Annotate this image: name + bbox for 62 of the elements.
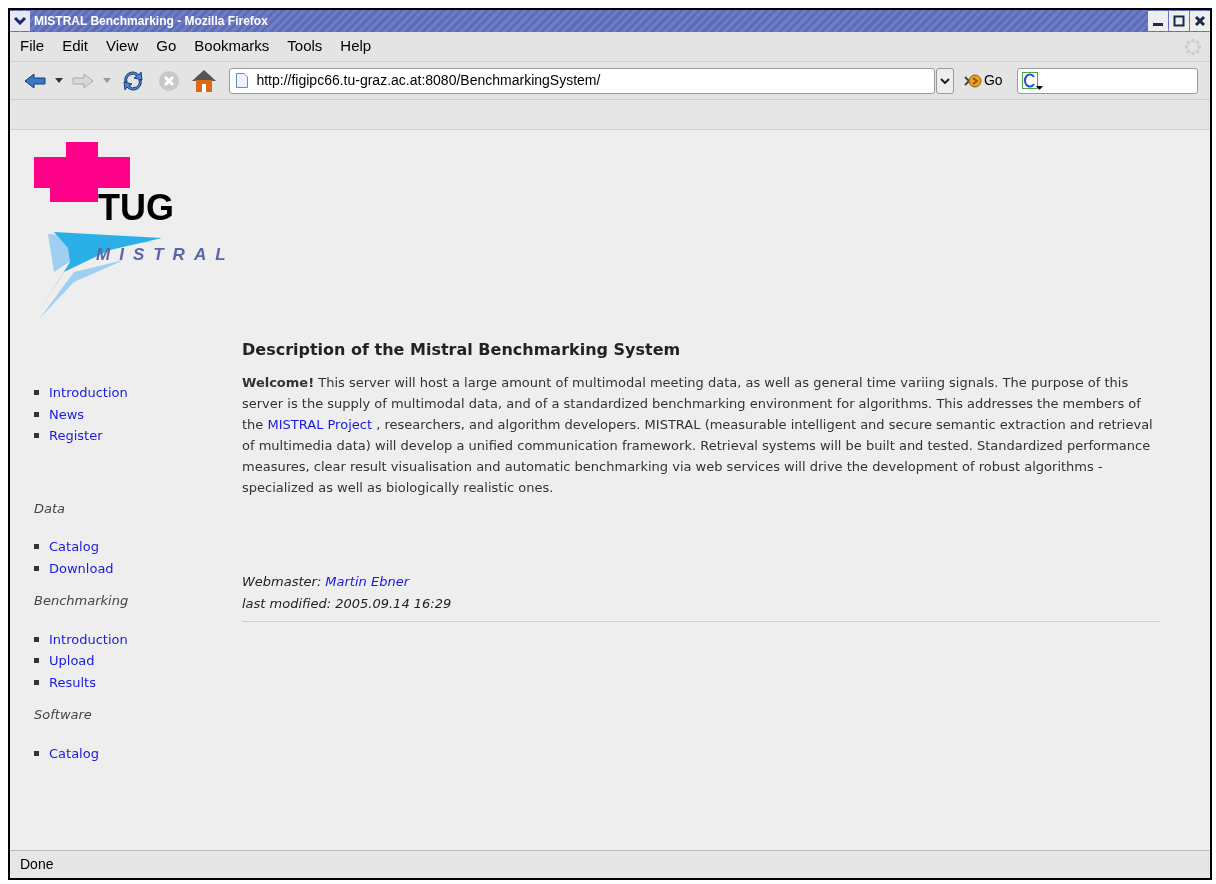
sidebar-heading: Benchmarking	[34, 592, 130, 610]
window-menu-button[interactable]	[10, 11, 30, 31]
sidebar-link[interactable]: Introduction	[49, 629, 128, 649]
menu-item[interactable]: Go	[154, 35, 179, 58]
bullet-icon	[34, 433, 39, 439]
close-icon	[1194, 15, 1206, 27]
sidebar-link[interactable]: Results	[49, 672, 96, 692]
arrow-right-icon	[71, 72, 94, 89]
bullet-icon	[34, 750, 39, 756]
bullet-icon	[34, 658, 39, 664]
search-field[interactable]	[1016, 67, 1198, 94]
menu-item[interactable]: Bookmarks	[192, 35, 272, 58]
bullet-icon	[34, 544, 39, 550]
bullet-icon	[34, 679, 39, 685]
bullet-icon	[34, 390, 39, 396]
menu-item[interactable]: Help	[338, 35, 374, 58]
menu-item[interactable]: File	[18, 35, 47, 58]
description-paragraph: Welcome! This server will host a large amount of multimodal meeting data, as well as general time variing signals. The purpose of this server is the supply of multimodal data, and of a standardized benchmarking environment for algorithms. This addresses the members of the MISTRAL Project , researchers, and algorithm developers. MISTRAL (measurable intelligent and secure semantic extraction and retrieval of multimedia data) will develop a unified communication framework. Retrieval systems will be built and tested. Standardized performance measures, clear result visualisation and automatic benchmarking via web services will drive the development of robust algorithms - specialized as well as biologically realistic ones.	[242, 374, 1154, 497]
last-modified-text: last modified: 2005.09.14 16:29	[242, 594, 453, 613]
chevron-down-icon	[939, 77, 950, 84]
address-dropdown-button[interactable]	[935, 67, 954, 94]
address-field[interactable]: http://figipc66.tu-graz.ac.at:8080/BenchmarkingSystem/	[229, 67, 935, 94]
maximize-button[interactable]	[1169, 11, 1189, 31]
menu-item[interactable]: Edit	[60, 35, 91, 58]
minimize-icon	[1152, 22, 1164, 26]
sidebar-heading: Software	[34, 706, 93, 724]
sidebar-link[interactable]: Introduction	[49, 383, 128, 403]
sidebar-link[interactable]: Download	[49, 558, 114, 578]
stop-icon	[157, 69, 180, 92]
sidebar-link[interactable]: Catalog	[49, 743, 99, 763]
menu-item[interactable]: View	[104, 35, 141, 58]
sidebar-link[interactable]: News	[49, 404, 85, 424]
webmaster-label: Webmaster:	[242, 573, 322, 591]
logo-subtitle: MISTRAL	[96, 246, 235, 264]
bullet-icon	[34, 565, 39, 571]
status-text: Done	[20, 855, 54, 874]
page-heading: Description of the Mistral Benchmarking System	[242, 339, 682, 361]
caret-down-icon	[102, 78, 111, 83]
bullet-icon	[34, 411, 39, 417]
sidebar-link[interactable]: Register	[49, 426, 103, 446]
arrow-left-icon	[23, 72, 46, 89]
maximize-icon	[1173, 15, 1185, 27]
close-button[interactable]	[1190, 11, 1210, 31]
project-link[interactable]: MISTRAL Project	[267, 417, 372, 432]
sidebar-link[interactable]: Catalog	[49, 537, 99, 557]
sidebar-link[interactable]: Upload	[49, 651, 95, 671]
window-title: MISTRAL Benchmarking - Mozilla Firefox	[34, 13, 268, 30]
search-engine-icon	[1021, 71, 1044, 90]
menu-item[interactable]: Tools	[285, 35, 325, 58]
minimize-button[interactable]	[1148, 11, 1168, 31]
bullet-icon	[34, 636, 39, 642]
page-icon	[236, 73, 249, 88]
sidebar-heading: Data	[34, 499, 67, 518]
go-button[interactable]: Go	[963, 70, 1003, 91]
caret-down-icon	[54, 78, 63, 83]
go-arrow-icon	[963, 73, 982, 88]
webmaster-link[interactable]: Martin Ebner	[325, 572, 409, 592]
address-text: http://figipc66.tu-graz.ac.at:8080/BenchmarkingSystem/	[256, 71, 601, 90]
reload-icon	[120, 69, 145, 92]
chevron-down-icon	[14, 17, 26, 25]
logo-title: TUG	[98, 190, 174, 226]
house-icon	[191, 68, 218, 93]
